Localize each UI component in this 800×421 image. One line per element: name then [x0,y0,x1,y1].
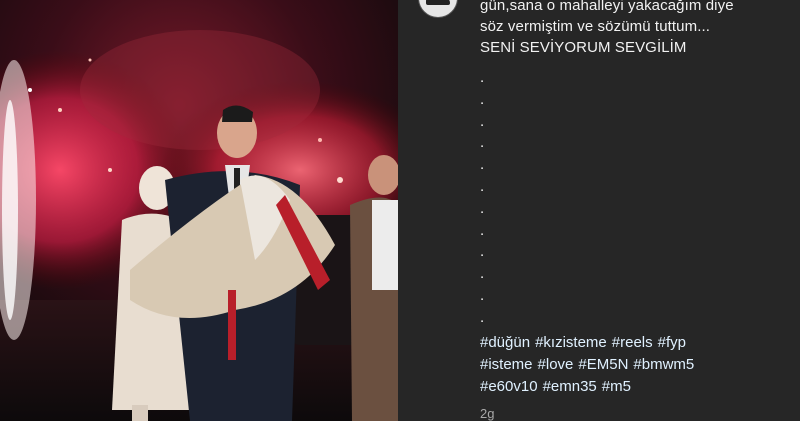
hashtag-link[interactable]: #emn35 [543,378,597,395]
hashtag-link[interactable]: #isteme [480,356,533,373]
post-details-panel: gün,sana o mahalleyi yakacağım diye söz … [398,0,800,421]
hashtag-link[interactable]: #bmwm5 [633,356,694,373]
hashtag-link[interactable]: #love [538,356,574,373]
caption-dot: . [480,199,485,217]
hashtag-link[interactable]: #kızisteme [535,334,607,351]
car-icon [426,0,450,5]
caption-dot: . [480,177,485,195]
caption-line: gün,sana o mahalleyi yakacağım diye [480,0,734,14]
hashtag-row: #düğün #kızisteme #reels #fyp [480,332,780,354]
post-photo[interactable] [0,0,398,421]
caption-dot: . [480,286,485,304]
post-timestamp[interactable]: 2g [480,406,494,421]
profile-avatar-icon[interactable] [418,0,458,18]
hashtag-row: #e60v10 #emn35 #m5 [480,376,780,398]
caption-dot: . [480,69,485,86]
hashtag-link[interactable]: #reels [612,334,653,351]
hashtag-row: #isteme #love #EM5N #bmwm5 [480,354,780,376]
caption-dot: . [480,243,485,261]
post-image [0,0,398,421]
post-caption: gün,sana o mahalleyi yakacağım diye söz … [480,0,780,58]
caption-dot: . [480,112,485,130]
caption-dot: . [480,265,485,283]
hashtag-link[interactable]: #e60v10 [480,378,538,395]
hashtag-list: #düğün #kızisteme #reels #fyp #isteme #love #… [480,332,780,398]
hashtag-link[interactable]: #EM5N [578,356,628,373]
caption-dots: . . . . . . . . . . . . [480,67,484,329]
caption-dot: . [480,90,485,108]
hashtag-link[interactable]: #m5 [602,378,631,395]
hashtag-link[interactable]: #düğün [480,334,530,351]
caption-dot: . [480,221,485,239]
caption-line: SENİ SEVİYORUM SEVGİLİM [480,39,687,56]
caption-dot: . [480,156,485,174]
caption-dot: . [480,308,485,326]
caption-line: söz vermiştim ve sözümü tuttum... [480,18,711,35]
caption-dot: . [480,134,485,152]
hashtag-link[interactable]: #fyp [658,334,686,351]
